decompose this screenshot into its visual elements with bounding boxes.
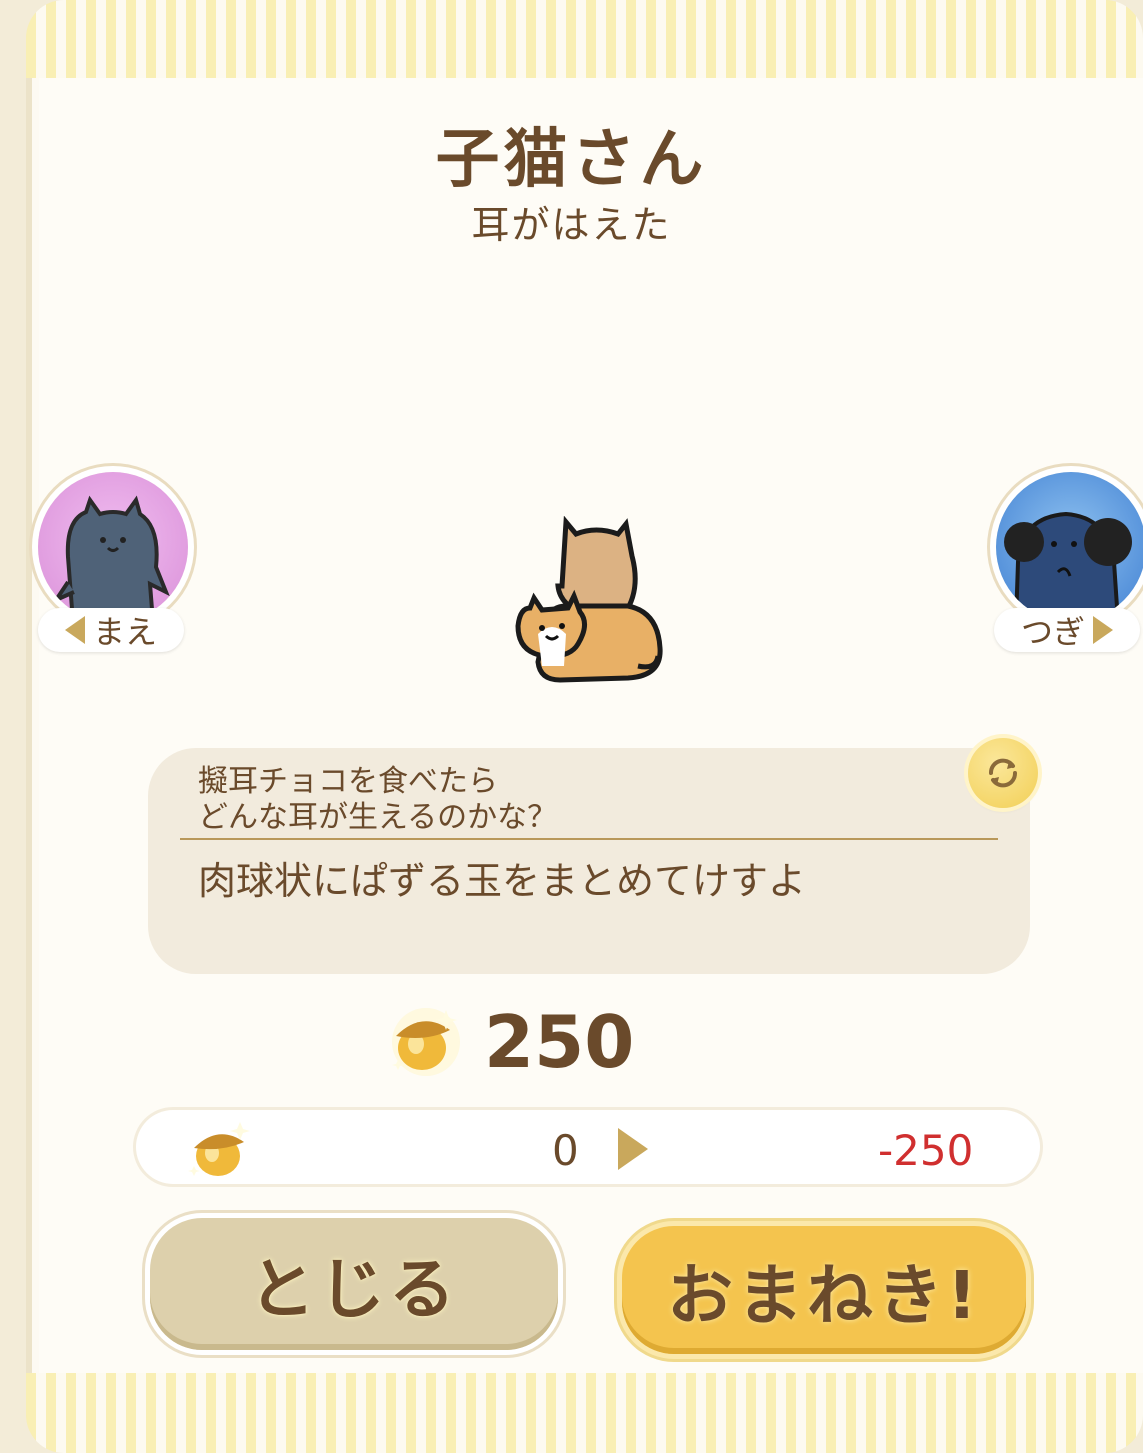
price-acorn-icon [386,1002,468,1076]
gray-cat-icon [50,495,170,622]
character-subtitle: 耳がはえた [471,203,672,247]
refresh-button[interactable] [968,738,1038,808]
resulting-balance: -250 [878,1126,974,1175]
balance-arrow-icon [618,1128,648,1170]
price-value: 250 [484,1000,635,1084]
prev-label-pill[interactable]: まえ [38,608,184,652]
top-stripe-border [26,0,1143,78]
character-name: 子猫さん [435,123,708,197]
prev-character-avatar[interactable] [38,472,188,622]
skill-description: 肉球状にぱずる玉をまとめてけすよ [198,859,807,903]
headphone-creature-icon [1004,511,1132,622]
question-line-2: どんな耳が生えるのかな？ [198,800,558,835]
next-character-avatar[interactable] [996,472,1143,622]
balance-acorn-icon [186,1118,256,1182]
prev-label: まえ [92,613,157,651]
description-divider [180,838,998,840]
current-balance: 0 [552,1126,579,1175]
next-label-pill[interactable]: つぎ [994,608,1140,652]
invite-button[interactable]: おまねき! [622,1226,1026,1354]
description-question: 擬耳チョコを食べたら どんな耳が生えるのかな？ [198,764,557,836]
next-label: つぎ [1020,613,1085,651]
refresh-icon [988,758,1018,788]
kitten-with-ears-icon [515,515,663,683]
kitten-character-image [508,515,668,692]
close-button[interactable]: とじる [150,1218,558,1350]
bottom-stripe-border [26,1373,1143,1453]
prev-arrow-icon [64,616,85,644]
question-line-1: 擬耳チョコを食べたら [198,764,498,799]
next-arrow-icon [1093,616,1113,644]
